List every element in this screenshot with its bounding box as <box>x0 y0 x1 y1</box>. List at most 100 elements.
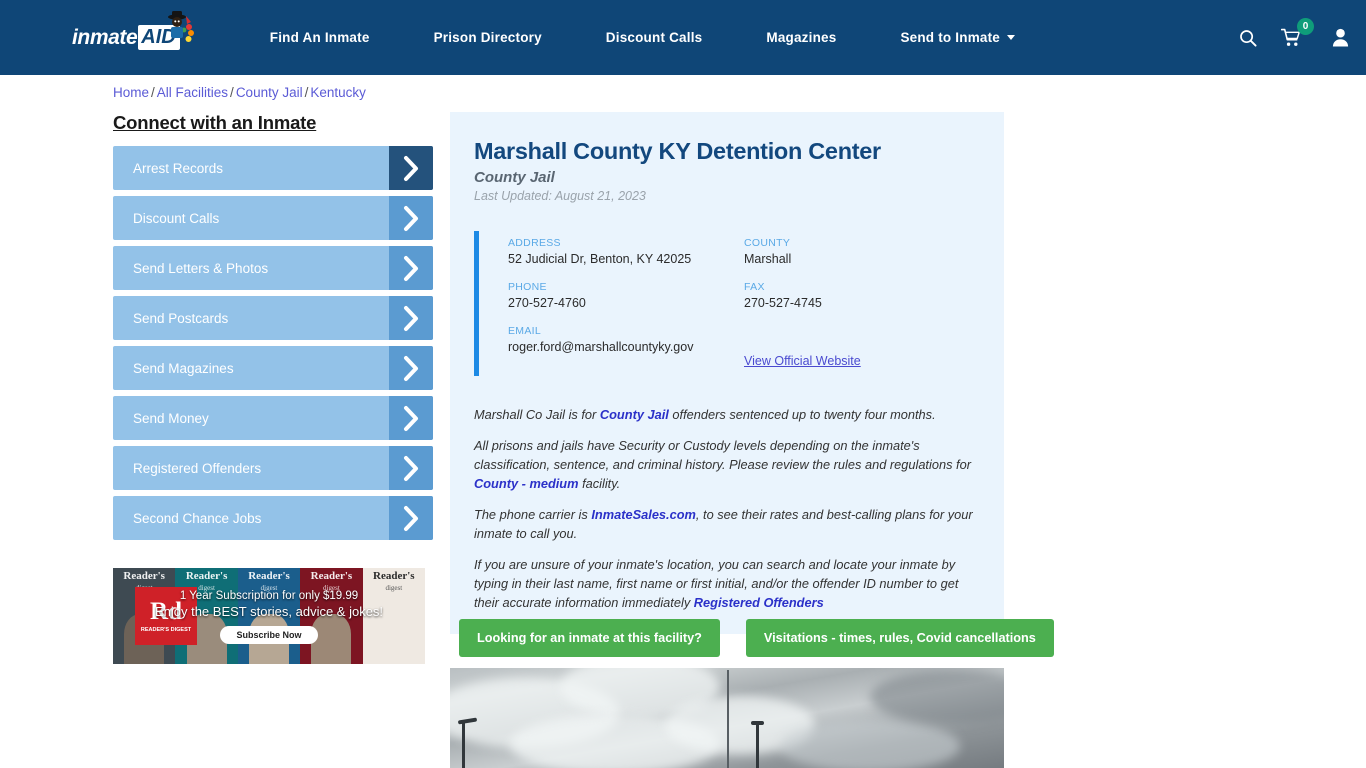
contact-column-left: ADDRESS 52 Judicial Dr, Benton, KY 42025… <box>508 237 744 370</box>
paragraph-1-text-a: Marshall Co Jail is for <box>474 407 600 422</box>
visitations-button[interactable]: Visitations - times, rules, Covid cancel… <box>745 619 1054 657</box>
contact-field-address: ADDRESS 52 Judicial Dr, Benton, KY 42025 <box>508 237 744 266</box>
link-inmatesales[interactable]: InmateSales.com <box>591 507 696 522</box>
nav-item-magazines[interactable]: Magazines <box>734 30 868 45</box>
sidebar-item-send-postcards[interactable]: Send Postcards <box>113 296 433 340</box>
cta-button-row: Looking for an inmate at this facility? … <box>459 619 1054 657</box>
sidebar-heading: Connect with an Inmate <box>113 112 317 133</box>
search-icon[interactable] <box>1228 29 1268 47</box>
mascot-icon <box>167 10 194 42</box>
official-website-link[interactable]: View Official Website <box>744 354 861 368</box>
ad-text-overlay: 1 Year Subscription for only $19.99 Enjo… <box>113 568 425 664</box>
nav-label: Find An Inmate <box>269 30 370 45</box>
cart-icon[interactable]: 0 <box>1268 18 1314 47</box>
facility-type: County Jail <box>474 169 555 186</box>
breadcrumb: Home / All Facilities / County Jail / Kentucky <box>113 85 366 100</box>
logo-text: inmate <box>72 25 138 49</box>
contact-field-website: View Official Website <box>744 325 980 370</box>
chevron-right-icon <box>389 296 433 340</box>
contact-label: PHONE <box>508 281 547 293</box>
contact-field-phone: PHONE 270-527-4760 <box>508 281 744 310</box>
paragraph-2-text-a: All prisons and jails have Security or C… <box>474 437 971 472</box>
contact-details-block: ADDRESS 52 Judicial Dr, Benton, KY 42025… <box>474 231 980 376</box>
contact-field-email: EMAIL roger.ford@marshallcountyky.gov <box>508 325 744 354</box>
chevron-right-icon <box>389 246 433 290</box>
chevron-down-icon <box>1007 35 1016 40</box>
ad-subscribe-button[interactable]: Subscribe Now <box>220 626 318 644</box>
primary-navigation: Find An Inmate Prison Directory Discount… <box>238 30 1047 45</box>
chevron-right-icon <box>389 396 433 440</box>
link-county-jail[interactable]: County Jail <box>600 407 669 422</box>
nav-item-send-to-inmate[interactable]: Send to Inmate <box>868 30 1047 45</box>
contact-label: COUNTY <box>744 237 791 249</box>
contact-value: 270-527-4745 <box>744 296 822 310</box>
site-logo[interactable]: inmate AID <box>72 10 194 60</box>
contact-value: 52 Judicial Dr, Benton, KY 42025 <box>508 252 692 266</box>
breadcrumb-separator: / <box>151 85 155 100</box>
sidebar-item-send-letters-photos[interactable]: Send Letters & Photos <box>113 246 433 290</box>
sidebar: Connect with an Inmate Arrest Records Di… <box>113 112 433 546</box>
sidebar-item-label: Discount Calls <box>133 210 220 226</box>
sidebar-item-second-chance-jobs[interactable]: Second Chance Jobs <box>113 496 433 540</box>
paragraph-3-text-a: The phone carrier is <box>474 506 592 522</box>
light-pole <box>462 722 465 768</box>
contact-label: FAX <box>744 281 765 293</box>
facility-info-panel: Marshall County KY Detention Center Coun… <box>450 112 1004 635</box>
link-county-medium[interactable]: County - medium <box>474 476 579 491</box>
nav-item-find-an-inmate[interactable]: Find An Inmate <box>238 30 402 45</box>
contact-label: EMAIL <box>508 325 542 337</box>
sidebar-item-arrest-records[interactable]: Arrest Records <box>113 146 433 190</box>
sidebar-item-registered-offenders[interactable]: Registered Offenders <box>113 446 433 490</box>
contact-label: ADDRESS <box>508 237 561 249</box>
nav-item-prison-directory[interactable]: Prison Directory <box>402 30 574 45</box>
contact-value: Marshall <box>744 252 792 266</box>
contact-column-right: COUNTY Marshall FAX 270-527-4745 View Of… <box>744 237 980 370</box>
breadcrumb-item-kentucky[interactable]: Kentucky <box>310 85 366 100</box>
nav-label: Discount Calls <box>605 30 703 45</box>
advertisement-banner[interactable]: Reader's digest Reader's digest Reader's… <box>113 568 425 664</box>
sidebar-item-label: Send Money <box>133 410 209 426</box>
paragraph-2: All prisons and jails have Security or C… <box>474 437 980 494</box>
facility-photo <box>450 668 1004 768</box>
sidebar-item-label: Send Magazines <box>133 360 234 376</box>
nav-item-discount-calls[interactable]: Discount Calls <box>574 30 735 45</box>
light-pole-arm <box>751 721 764 725</box>
facility-description: Marshall Co Jail is for County Jail offe… <box>474 406 980 612</box>
breadcrumb-item-home[interactable]: Home <box>113 85 149 100</box>
cloud-shape <box>870 670 1004 724</box>
cloud-shape <box>780 720 960 768</box>
link-registered-offenders[interactable]: Registered Offenders <box>694 595 824 610</box>
sidebar-item-label: Second Chance Jobs <box>133 510 262 526</box>
contact-value: roger.ford@marshallcountyky.gov <box>508 340 694 354</box>
sidebar-item-send-magazines[interactable]: Send Magazines <box>113 346 433 390</box>
chevron-right-icon <box>389 346 433 390</box>
nav-label: Send to Inmate <box>900 30 1001 45</box>
layout-spacer <box>744 325 980 352</box>
ad-headline: 1 Year Subscription for only $19.99 <box>179 590 359 602</box>
sidebar-item-discount-calls[interactable]: Discount Calls <box>113 196 433 240</box>
sidebar-item-label: Arrest Records <box>133 160 224 176</box>
breadcrumb-separator: / <box>304 85 309 100</box>
paragraph-3: The phone carrier is InmateSales.com, to… <box>474 506 980 544</box>
contact-value: 270-527-4760 <box>508 296 586 310</box>
last-updated-text: Last Updated: August 21, 2023 <box>474 189 646 203</box>
user-icon[interactable] <box>1314 28 1366 47</box>
breadcrumb-separator: / <box>230 85 234 100</box>
antenna-tower <box>727 670 729 768</box>
sidebar-item-send-money[interactable]: Send Money <box>113 396 433 440</box>
chevron-right-icon <box>389 496 433 540</box>
header-icon-group: 0 <box>1228 0 1366 75</box>
cart-count-badge: 0 <box>1297 18 1314 35</box>
breadcrumb-item-county-jail[interactable]: County Jail <box>236 85 303 100</box>
page-title: Marshall County KY Detention Center <box>474 138 881 164</box>
chevron-right-icon <box>389 446 433 490</box>
sidebar-item-label: Send Letters & Photos <box>133 260 269 276</box>
paragraph-4: If you are unsure of your inmate's locat… <box>474 556 980 613</box>
paragraph-2-text-b: facility. <box>578 475 621 491</box>
paragraph-1: Marshall Co Jail is for County Jail offe… <box>474 406 980 425</box>
find-inmate-button[interactable]: Looking for an inmate at this facility? <box>459 619 720 657</box>
nav-label: Magazines <box>766 30 837 45</box>
breadcrumb-item-all-facilities[interactable]: All Facilities <box>157 85 228 100</box>
nav-label: Prison Directory <box>433 30 542 45</box>
chevron-right-icon <box>389 196 433 240</box>
